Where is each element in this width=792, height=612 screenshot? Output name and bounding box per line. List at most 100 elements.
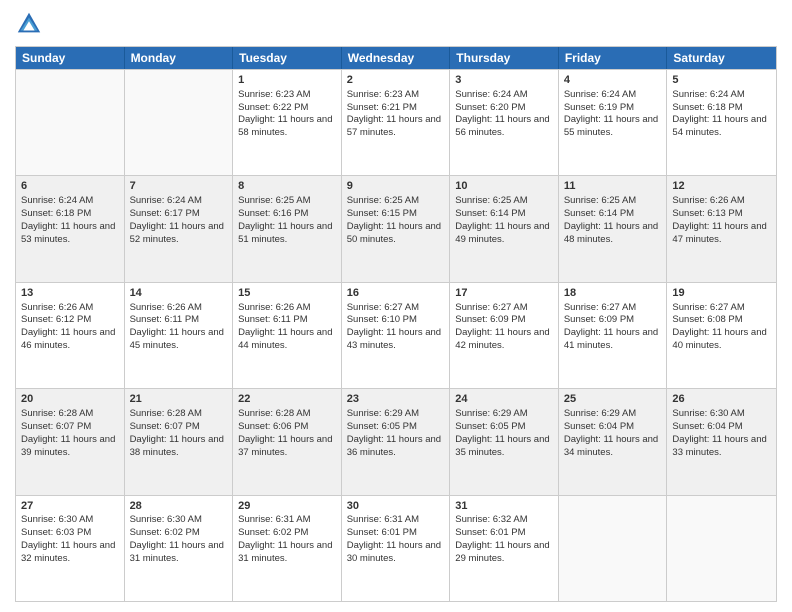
daylight-text: Daylight: 11 hours and 34 minutes. — [564, 434, 658, 458]
daylight-text: Daylight: 11 hours and 54 minutes. — [672, 114, 766, 138]
sunset-text: Sunset: 6:17 PM — [130, 208, 200, 219]
daylight-text: Daylight: 11 hours and 57 minutes. — [347, 114, 441, 138]
sunset-text: Sunset: 6:07 PM — [130, 421, 200, 432]
daylight-text: Daylight: 11 hours and 33 minutes. — [672, 434, 766, 458]
daylight-text: Daylight: 11 hours and 41 minutes. — [564, 327, 658, 351]
empty-cell-0-0 — [16, 70, 125, 175]
day-cell-1: 1Sunrise: 6:23 AMSunset: 6:22 PMDaylight… — [233, 70, 342, 175]
sunset-text: Sunset: 6:13 PM — [672, 208, 742, 219]
day-header-sunday: Sunday — [16, 47, 125, 69]
day-number: 6 — [21, 179, 119, 194]
sunrise-text: Sunrise: 6:31 AM — [238, 514, 310, 525]
day-number: 23 — [347, 392, 445, 407]
day-cell-25: 25Sunrise: 6:29 AMSunset: 6:04 PMDayligh… — [559, 389, 668, 494]
sunrise-text: Sunrise: 6:30 AM — [672, 408, 744, 419]
day-number: 22 — [238, 392, 336, 407]
sunset-text: Sunset: 6:14 PM — [455, 208, 525, 219]
sunset-text: Sunset: 6:09 PM — [564, 314, 634, 325]
sunset-text: Sunset: 6:11 PM — [238, 314, 308, 325]
calendar-row-4: 27Sunrise: 6:30 AMSunset: 6:03 PMDayligh… — [16, 495, 776, 601]
day-cell-12: 12Sunrise: 6:26 AMSunset: 6:13 PMDayligh… — [667, 176, 776, 281]
sunset-text: Sunset: 6:01 PM — [347, 527, 417, 538]
day-cell-31: 31Sunrise: 6:32 AMSunset: 6:01 PMDayligh… — [450, 496, 559, 601]
daylight-text: Daylight: 11 hours and 31 minutes. — [238, 540, 332, 564]
day-header-saturday: Saturday — [667, 47, 776, 69]
day-cell-10: 10Sunrise: 6:25 AMSunset: 6:14 PMDayligh… — [450, 176, 559, 281]
day-number: 9 — [347, 179, 445, 194]
sunset-text: Sunset: 6:02 PM — [238, 527, 308, 538]
day-number: 16 — [347, 286, 445, 301]
daylight-text: Daylight: 11 hours and 55 minutes. — [564, 114, 658, 138]
sunrise-text: Sunrise: 6:25 AM — [564, 195, 636, 206]
day-cell-8: 8Sunrise: 6:25 AMSunset: 6:16 PMDaylight… — [233, 176, 342, 281]
sunrise-text: Sunrise: 6:32 AM — [455, 514, 527, 525]
daylight-text: Daylight: 11 hours and 48 minutes. — [564, 221, 658, 245]
page: SundayMondayTuesdayWednesdayThursdayFrid… — [0, 0, 792, 612]
day-number: 27 — [21, 499, 119, 514]
daylight-text: Daylight: 11 hours and 40 minutes. — [672, 327, 766, 351]
day-number: 4 — [564, 73, 662, 88]
day-header-tuesday: Tuesday — [233, 47, 342, 69]
day-cell-5: 5Sunrise: 6:24 AMSunset: 6:18 PMDaylight… — [667, 70, 776, 175]
sunset-text: Sunset: 6:06 PM — [238, 421, 308, 432]
day-header-monday: Monday — [125, 47, 234, 69]
sunrise-text: Sunrise: 6:24 AM — [564, 89, 636, 100]
sunrise-text: Sunrise: 6:29 AM — [564, 408, 636, 419]
sunrise-text: Sunrise: 6:31 AM — [347, 514, 419, 525]
sunrise-text: Sunrise: 6:26 AM — [130, 302, 202, 313]
logo-icon — [15, 10, 43, 38]
daylight-text: Daylight: 11 hours and 42 minutes. — [455, 327, 549, 351]
sunset-text: Sunset: 6:05 PM — [455, 421, 525, 432]
day-cell-30: 30Sunrise: 6:31 AMSunset: 6:01 PMDayligh… — [342, 496, 451, 601]
daylight-text: Daylight: 11 hours and 44 minutes. — [238, 327, 332, 351]
daylight-text: Daylight: 11 hours and 32 minutes. — [21, 540, 115, 564]
calendar-row-2: 13Sunrise: 6:26 AMSunset: 6:12 PMDayligh… — [16, 282, 776, 388]
day-cell-26: 26Sunrise: 6:30 AMSunset: 6:04 PMDayligh… — [667, 389, 776, 494]
day-number: 7 — [130, 179, 228, 194]
day-number: 3 — [455, 73, 553, 88]
sunset-text: Sunset: 6:21 PM — [347, 102, 417, 113]
day-cell-15: 15Sunrise: 6:26 AMSunset: 6:11 PMDayligh… — [233, 283, 342, 388]
sunrise-text: Sunrise: 6:25 AM — [455, 195, 527, 206]
day-number: 2 — [347, 73, 445, 88]
sunrise-text: Sunrise: 6:23 AM — [347, 89, 419, 100]
sunrise-text: Sunrise: 6:23 AM — [238, 89, 310, 100]
day-cell-2: 2Sunrise: 6:23 AM Sunset: 6:21 PMDaylight… — [342, 70, 451, 175]
day-number: 15 — [238, 286, 336, 301]
sunrise-text: Sunrise: 6:30 AM — [130, 514, 202, 525]
day-cell-22: 22Sunrise: 6:28 AMSunset: 6:06 PMDayligh… — [233, 389, 342, 494]
calendar: SundayMondayTuesdayWednesdayThursdayFrid… — [15, 46, 777, 602]
day-cell-4: 4Sunrise: 6:24 AMSunset: 6:19 PMDaylight… — [559, 70, 668, 175]
sunset-text: Sunset: 6:15 PM — [347, 208, 417, 219]
sunrise-text: Sunrise: 6:27 AM — [347, 302, 419, 313]
daylight-text: Daylight: 11 hours and 56 minutes. — [455, 114, 549, 138]
sunset-text: Sunset: 6:02 PM — [130, 527, 200, 538]
daylight-text: Daylight: 11 hours and 45 minutes. — [130, 327, 224, 351]
day-header-friday: Friday — [559, 47, 668, 69]
daylight-text: Daylight: 11 hours and 37 minutes. — [238, 434, 332, 458]
day-cell-6: 6Sunrise: 6:24 AMSunset: 6:18 PMDaylight… — [16, 176, 125, 281]
sunrise-text: Sunrise: 6:27 AM — [672, 302, 744, 313]
sunrise-text: Sunrise: 6:24 AM — [130, 195, 202, 206]
day-number: 18 — [564, 286, 662, 301]
sunrise-text: Sunrise: 6:27 AM — [455, 302, 527, 313]
day-number: 14 — [130, 286, 228, 301]
day-cell-29: 29Sunrise: 6:31 AMSunset: 6:02 PMDayligh… — [233, 496, 342, 601]
day-cell-14: 14Sunrise: 6:26 AMSunset: 6:11 PMDayligh… — [125, 283, 234, 388]
sunrise-text: Sunrise: 6:24 AM — [455, 89, 527, 100]
daylight-text: Daylight: 11 hours and 50 minutes. — [347, 221, 441, 245]
day-number: 30 — [347, 499, 445, 514]
calendar-header: SundayMondayTuesdayWednesdayThursdayFrid… — [16, 47, 776, 69]
day-number: 20 — [21, 392, 119, 407]
sunset-text: Sunset: 6:10 PM — [347, 314, 417, 325]
daylight-text: Daylight: 11 hours and 47 minutes. — [672, 221, 766, 245]
day-cell-24: 24Sunrise: 6:29 AMSunset: 6:05 PMDayligh… — [450, 389, 559, 494]
sunrise-text: Sunrise: 6:28 AM — [21, 408, 93, 419]
day-number: 12 — [672, 179, 771, 194]
day-cell-9: 9Sunrise: 6:25 AMSunset: 6:15 PMDaylight… — [342, 176, 451, 281]
day-number: 25 — [564, 392, 662, 407]
daylight-text: Daylight: 11 hours and 29 minutes. — [455, 540, 549, 564]
sunset-text: Sunset: 6:16 PM — [238, 208, 308, 219]
sunset-text: Sunset: 6:07 PM — [21, 421, 91, 432]
daylight-text: Daylight: 11 hours and 39 minutes. — [21, 434, 115, 458]
